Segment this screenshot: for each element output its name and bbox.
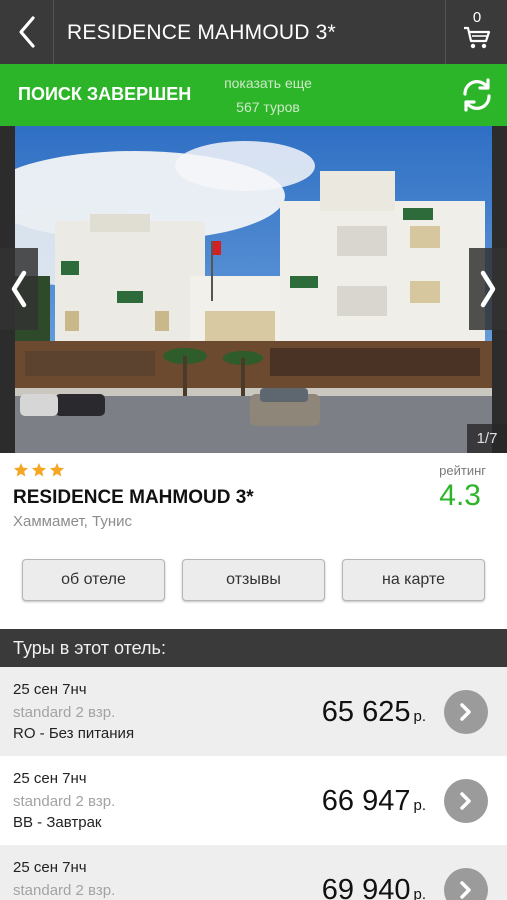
hotel-location: Хаммамет, Тунис: [13, 513, 132, 530]
tour-price-value: 66 947: [321, 785, 411, 817]
tour-price-value: 69 940: [321, 874, 411, 900]
hotel-name: RESIDENCE MAHMOUD 3*: [13, 487, 254, 508]
search-status-text: ПОИСК ЗАВЕРШЕН: [18, 84, 192, 104]
tour-open-button[interactable]: [444, 690, 488, 734]
tour-room: standard 2 взр.: [13, 793, 116, 810]
tour-price-value: 65 625: [321, 696, 411, 728]
tour-price: 65 625 р.: [322, 696, 426, 729]
reviews-button[interactable]: отзывы: [182, 559, 325, 601]
tours-section-header: Туры в этот отель:: [0, 629, 507, 667]
rating-value: 4.3: [439, 479, 481, 512]
refresh-button[interactable]: [459, 77, 495, 113]
hotel-stars: [13, 462, 65, 478]
more-tours-count: 567 туров: [236, 99, 300, 115]
star-icon: [50, 463, 64, 477]
cart-button[interactable]: 0: [445, 0, 507, 64]
tour-board: BB - Завтрак: [13, 814, 102, 831]
tour-row[interactable]: 25 сен 7нч standard 2 взр. 69 940 р.: [0, 845, 507, 900]
tour-row[interactable]: 25 сен 7нч standard 2 взр. BB - Завтрак …: [0, 756, 507, 845]
tour-price: 66 947 р.: [322, 785, 426, 818]
star-icon: [32, 463, 46, 477]
tour-board: RO - Без питания: [13, 725, 135, 742]
cart-count: 0: [472, 9, 482, 26]
photo-counter: 1/7: [467, 424, 507, 453]
search-status-bar: ПОИСК ЗАВЕРШЕН показать еще 567 туров: [0, 64, 507, 126]
tour-row[interactable]: 25 сен 7нч standard 2 взр. RO - Без пита…: [0, 667, 507, 756]
photo-gallery[interactable]: 1/7: [0, 126, 507, 453]
chevron-right-icon: [460, 792, 471, 810]
about-hotel-button[interactable]: об отеле: [22, 559, 165, 601]
tour-room: standard 2 взр.: [13, 882, 116, 899]
tour-open-button[interactable]: [444, 779, 488, 823]
rating-label: рейтинг: [439, 463, 486, 478]
refresh-icon: [463, 78, 491, 112]
gallery-next-button[interactable]: [469, 248, 507, 330]
map-button[interactable]: на карте: [342, 559, 485, 601]
tour-currency: р.: [413, 886, 426, 900]
show-more-label: показать еще: [224, 75, 312, 91]
chevron-right-icon: [460, 703, 471, 721]
gallery-left-icon: [11, 270, 27, 308]
show-more-tours-link[interactable]: показать еще 567 туров: [210, 71, 326, 119]
chevron-right-icon: [460, 881, 471, 899]
back-button[interactable]: [0, 0, 54, 64]
tour-currency: р.: [413, 708, 426, 725]
tour-open-button[interactable]: [444, 868, 488, 900]
tour-date: 25 сен 7нч: [13, 770, 87, 787]
tour-price: 69 940 р.: [322, 874, 426, 900]
gallery-right-icon: [480, 270, 496, 308]
tour-date: 25 сен 7нч: [13, 681, 87, 698]
page-title: RESIDENCE MAHMOUD 3*: [67, 21, 336, 44]
tour-currency: р.: [413, 797, 426, 814]
star-icon: [14, 463, 28, 477]
gallery-prev-button[interactable]: [0, 248, 38, 330]
tour-date: 25 сен 7нч: [13, 859, 87, 876]
hotel-photo: [15, 126, 492, 453]
top-bar: RESIDENCE MAHMOUD 3* 0: [0, 0, 507, 64]
cart-icon: [464, 26, 491, 49]
back-chevron-icon: [18, 16, 35, 48]
tour-room: standard 2 взр.: [13, 704, 116, 721]
